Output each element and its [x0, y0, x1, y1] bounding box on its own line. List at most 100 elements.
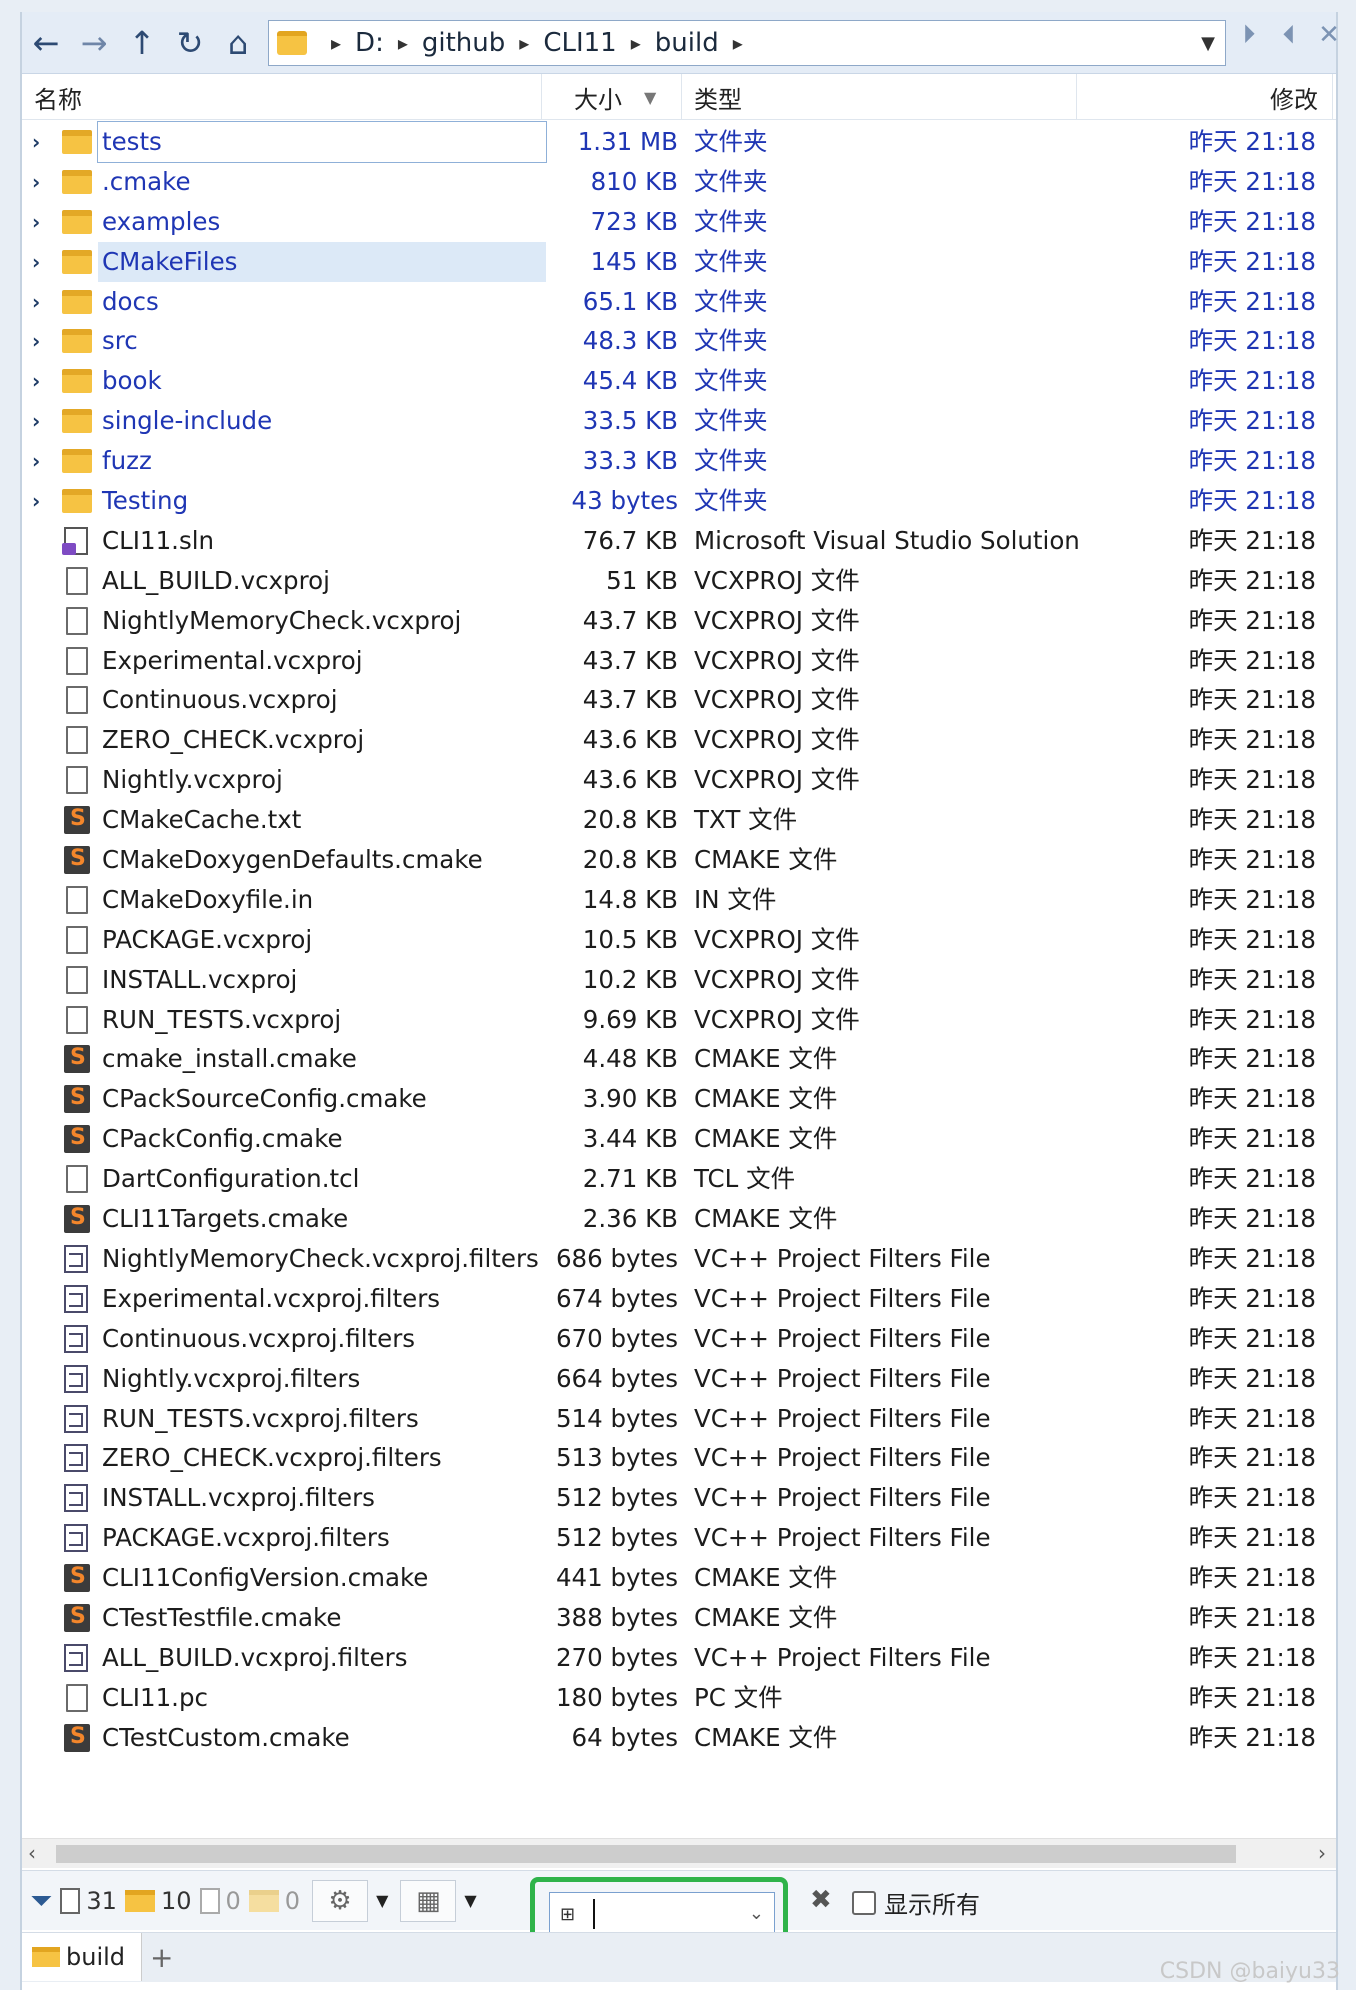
checkbox-box[interactable] — [852, 1890, 876, 1915]
file-row[interactable]: CLI11.pc 180 bytes PC 文件 昨天 21:18 — [22, 1678, 1336, 1718]
expand-chevron-icon[interactable]: › — [32, 321, 40, 361]
file-type: VC++ Project Filters File — [694, 1403, 991, 1433]
folder-row[interactable]: › CMakeFiles 145 KB 文件夹 昨天 21:18 — [22, 241, 1336, 282]
file-count-value: 31 — [86, 1886, 117, 1915]
forward-button[interactable]: → — [70, 19, 118, 67]
expand-chevron-icon[interactable]: › — [32, 122, 40, 162]
file-row[interactable]: cmake_install.cmake 4.48 KB CMAKE 文件 昨天 21:… — [22, 1039, 1336, 1079]
column-name[interactable]: 名称 — [22, 74, 542, 120]
folder-row[interactable]: › src 48.3 KB 文件夹 昨天 21:18 — [22, 321, 1336, 361]
refresh-button[interactable]: ↻ — [166, 19, 214, 67]
chevron-down-icon[interactable]: ⌄ — [749, 1903, 764, 1924]
file-row[interactable]: CLI11Targets.cmake 2.36 KB CMAKE 文件 昨天 21:1… — [22, 1199, 1336, 1239]
file-row[interactable]: Nightly.vcxproj.filters 664 bytes VC++ Pro… — [22, 1359, 1336, 1399]
folder-row[interactable]: › book 45.4 KB 文件夹 昨天 21:18 — [22, 361, 1336, 401]
breadcrumb-item[interactable]: github — [422, 28, 505, 58]
file-row[interactable]: PACKAGE.vcxproj 10.5 KB VCXPROJ 文件 昨天 21:18 — [22, 920, 1336, 960]
file-row[interactable]: ZERO_CHECK.vcxproj 43.6 KB VCXPROJ 文件 昨天 21… — [22, 720, 1336, 760]
view-mode-button[interactable]: ▦ — [400, 1879, 457, 1922]
column-date[interactable]: 修改 — [1077, 74, 1333, 120]
file-row[interactable]: CLI11ConfigVersion.cmake 441 bytes CMAKE 文… — [22, 1558, 1336, 1598]
folder-row[interactable]: › .cmake 810 KB 文件夹 昨天 21:18 — [22, 162, 1336, 202]
back-button[interactable]: ← — [22, 19, 70, 67]
expand-chevron-icon[interactable]: › — [32, 162, 40, 202]
file-row[interactable]: INSTALL.vcxproj.filters 512 bytes VC++ Pro… — [22, 1478, 1336, 1518]
filters-file-icon — [64, 1364, 88, 1393]
file-row[interactable]: ZERO_CHECK.vcxproj.filters 513 bytes VC++ … — [22, 1438, 1336, 1478]
folder-row[interactable]: › fuzz 33.3 KB 文件夹 昨天 21:18 — [22, 441, 1336, 481]
panel-toggle-icon[interactable]: ⏵ — [1234, 20, 1264, 51]
expand-chevron-icon[interactable]: › — [32, 441, 40, 481]
filter-input[interactable]: ⊞ ⌄ — [549, 1892, 775, 1936]
file-row[interactable]: CTestCustom.cmake 64 bytes CMAKE 文件 昨天 21:1… — [22, 1718, 1336, 1758]
expand-chevron-icon[interactable]: › — [32, 401, 40, 441]
breadcrumb-item[interactable]: D: — [355, 28, 384, 58]
file-row[interactable]: CTestTestfile.cmake 388 bytes CMAKE 文件 昨天 2… — [22, 1598, 1336, 1638]
file-row[interactable]: Experimental.vcxproj 43.7 KB VCXPROJ 文件 昨天 … — [22, 641, 1336, 681]
file-row[interactable]: RUN_TESTS.vcxproj 9.69 KB VCXPROJ 文件 昨天 21:… — [22, 1000, 1336, 1040]
path-dropdown-icon[interactable]: ▼ — [1201, 33, 1215, 54]
file-row[interactable]: CPackConfig.cmake 3.44 KB CMAKE 文件 昨天 21:18 — [22, 1119, 1336, 1159]
clear-filter-icon[interactable]: ✖ — [810, 1885, 832, 1915]
file-date: 昨天 21:18 — [1188, 1243, 1316, 1273]
file-date: 昨天 21:18 — [1188, 1363, 1316, 1393]
column-type[interactable]: 类型 — [682, 74, 1077, 120]
view-dropdown-icon[interactable]: ▼ — [464, 1891, 476, 1910]
close-icon[interactable]: ✕ — [1314, 20, 1344, 51]
folder-row[interactable]: › single-include 33.5 KB 文件夹 昨天 21:18 — [22, 401, 1336, 441]
file-row[interactable]: NightlyMemoryCheck.vcxproj 43.7 KB VCXPROJ… — [22, 601, 1336, 641]
show-all-checkbox[interactable]: 显示所有 — [852, 1885, 980, 1920]
tab-build[interactable]: build — [22, 1933, 142, 1981]
file-row[interactable]: CMakeDoxygenDefaults.cmake 20.8 KB CMAKE 文… — [22, 840, 1336, 880]
file-row[interactable]: NightlyMemoryCheck.vcxproj.filters 686 by… — [22, 1239, 1336, 1279]
file-row[interactable]: RUN_TESTS.vcxproj.filters 514 bytes VC++ P… — [22, 1399, 1336, 1439]
file-row[interactable]: PACKAGE.vcxproj.filters 512 bytes VC++ Pro… — [22, 1518, 1336, 1558]
column-size[interactable]: 大小 ▼ — [542, 74, 682, 120]
settings-button[interactable]: ⚙ — [312, 1879, 369, 1922]
expand-chevron-icon[interactable]: › — [32, 242, 40, 282]
sync-icon[interactable]: ⏴ — [1274, 20, 1304, 51]
file-row[interactable]: ALL_BUILD.vcxproj.filters 270 bytes VC++ P… — [22, 1638, 1336, 1678]
file-name: CPackSourceConfig.cmake — [102, 1084, 427, 1114]
file-row[interactable]: Continuous.vcxproj 43.7 KB VCXPROJ 文件 昨天 21… — [22, 680, 1336, 720]
expand-chevron-icon[interactable]: › — [32, 481, 40, 521]
filter-icon[interactable]: ⏷ — [30, 1884, 52, 1918]
file-row[interactable]: CLI11.sln 76.7 KB Microsoft Visual Studio … — [22, 521, 1336, 561]
file-row[interactable]: CMakeDoxyfile.in 14.8 KB IN 文件 昨天 21:18 — [22, 880, 1336, 920]
expand-chevron-icon[interactable]: › — [32, 282, 40, 322]
folder-row[interactable]: › examples 723 KB 文件夹 昨天 21:18 — [22, 202, 1336, 242]
file-name: docs — [102, 286, 159, 316]
breadcrumb-item[interactable]: CLI11 — [543, 28, 616, 58]
home-button[interactable]: ⌂ — [214, 19, 262, 67]
filters-file-icon — [64, 1484, 88, 1513]
file-row[interactable]: Experimental.vcxproj.filters 674 bytes VC+… — [22, 1279, 1336, 1319]
add-tab-button[interactable]: + — [150, 1941, 173, 1974]
file-row[interactable]: Continuous.vcxproj.filters 670 bytes VC++ … — [22, 1319, 1336, 1359]
file-type: VC++ Project Filters File — [694, 1363, 991, 1393]
folder-row[interactable]: › docs 65.1 KB 文件夹 昨天 21:18 — [22, 282, 1336, 322]
expand-chevron-icon[interactable]: › — [32, 202, 40, 242]
file-row[interactable]: CMakeCache.txt 20.8 KB TXT 文件 昨天 21:18 — [22, 800, 1336, 840]
file-name: ALL_BUILD.vcxproj.filters — [102, 1642, 408, 1672]
file-row[interactable]: INSTALL.vcxproj 10.2 KB VCXPROJ 文件 昨天 21:18 — [22, 960, 1336, 1000]
settings-dropdown-icon[interactable]: ▼ — [376, 1891, 388, 1910]
file-row[interactable]: Nightly.vcxproj 43.6 KB VCXPROJ 文件 昨天 21:18 — [22, 760, 1336, 800]
file-row[interactable]: CPackSourceConfig.cmake 3.90 KB CMAKE 文件 昨天… — [22, 1079, 1336, 1119]
file-row[interactable]: DartConfiguration.tcl 2.71 KB TCL 文件 昨天 21:… — [22, 1159, 1336, 1199]
folder-row[interactable]: › tests 1.31 MB 文件夹 昨天 21:18 — [22, 121, 1336, 163]
scrollbar-thumb[interactable] — [56, 1845, 1236, 1863]
file-type: VCXPROJ 文件 — [694, 605, 860, 635]
file-size: 674 bytes — [555, 1283, 678, 1313]
horizontal-scrollbar[interactable]: ‹ › — [22, 1838, 1336, 1868]
up-button[interactable]: ↑ — [118, 19, 166, 67]
scroll-right-icon[interactable]: › — [1318, 1841, 1326, 1865]
file-type: 文件夹 — [694, 166, 768, 196]
file-date: 昨天 21:18 — [1188, 127, 1316, 156]
scroll-left-icon[interactable]: ‹ — [28, 1841, 36, 1865]
path-breadcrumb[interactable]: ▸ D: ▸ github ▸ CLI11 ▸ build ▸ ▼ — [268, 20, 1226, 66]
file-row[interactable]: ALL_BUILD.vcxproj 51 KB VCXPROJ 文件 昨天 21:18 — [22, 561, 1336, 601]
column-size-label: 大小 — [574, 85, 622, 114]
expand-chevron-icon[interactable]: › — [32, 361, 40, 401]
breadcrumb-item[interactable]: build — [655, 28, 719, 58]
folder-row[interactable]: › Testing 43 bytes 文件夹 昨天 21:18 — [22, 481, 1336, 521]
